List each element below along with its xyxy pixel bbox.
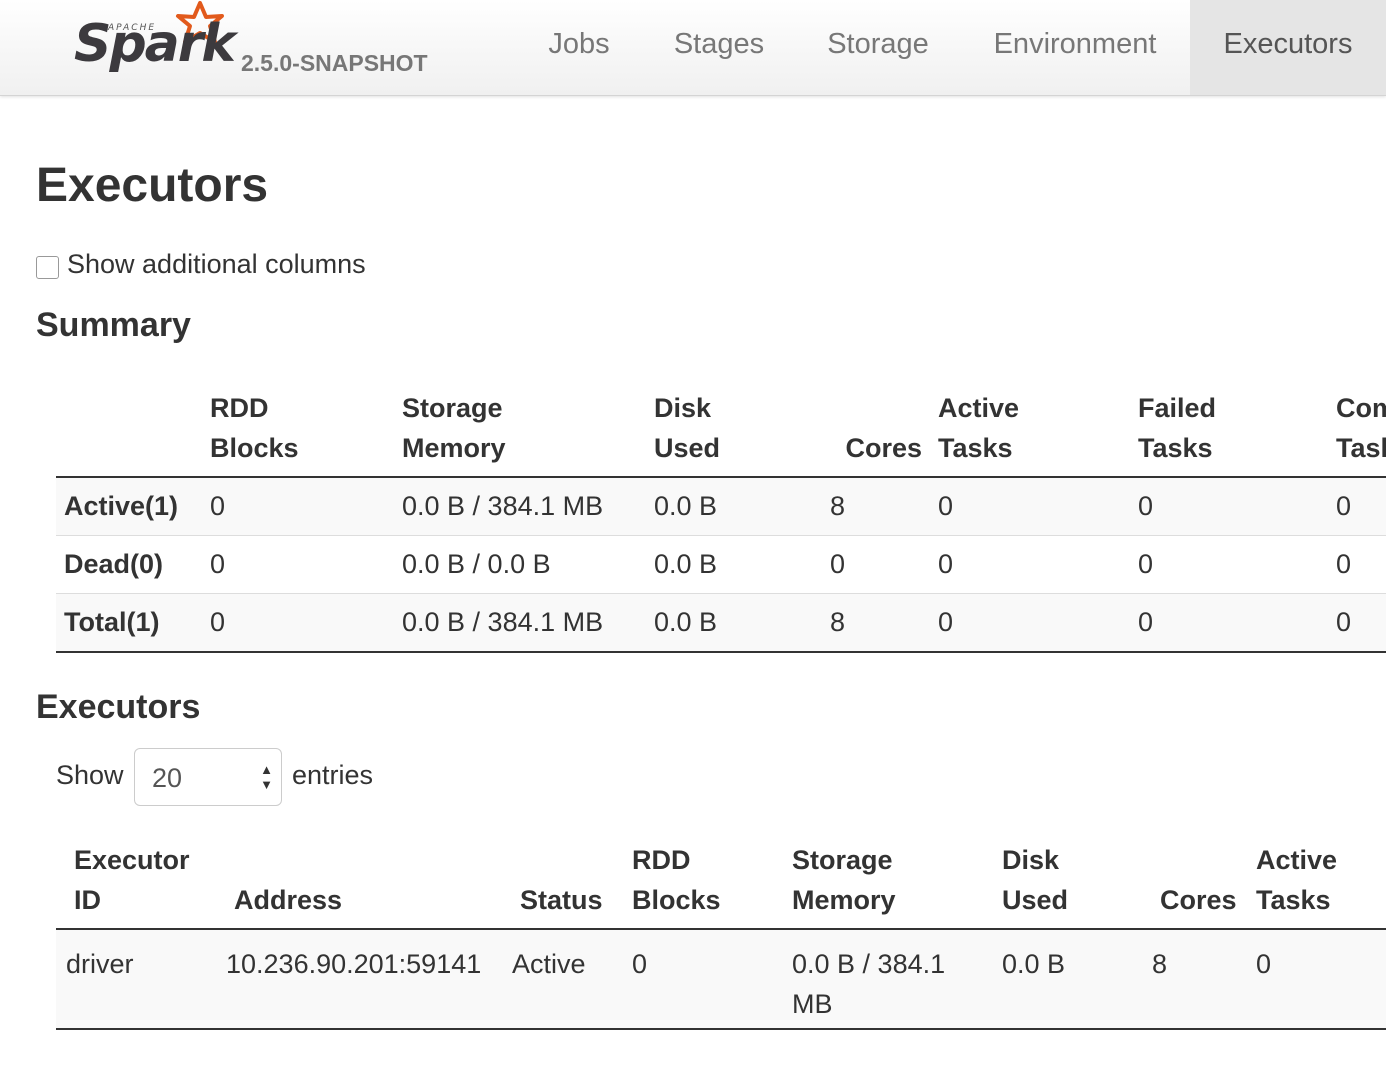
executors-heading: Executors [36, 688, 201, 726]
summary-cell: 0 [1130, 535, 1328, 594]
col-address[interactable]: Address [216, 840, 502, 930]
summary-row-dead: Dead(0) 0 0.0 B / 0.0 B 0.0 B 0 0 0 0 [56, 535, 1386, 594]
page-title: Executors [36, 159, 269, 212]
select-arrows-icon: ▲ ▼ [260, 762, 273, 792]
top-navbar: APACHE Spark 2.5.0-SNAPSHOT Jobs Stages … [0, 0, 1386, 96]
summary-row-active: Active(1) 0 0.0 B / 384.1 MB 0.0 B 8 0 0… [56, 477, 1386, 536]
rdd-blocks-cell: 0 [624, 929, 784, 1030]
active-tasks-cell: 0 [1248, 929, 1386, 1030]
summary-row-label: Total(1) [56, 593, 202, 653]
col-cores[interactable]: Cores [1132, 840, 1248, 930]
summary-cell: 0 [802, 535, 930, 594]
version-label: 2.5.0-SNAPSHOT [241, 50, 428, 76]
col-executor-id[interactable]: Executor ID [56, 840, 216, 930]
page-size-select[interactable]: 20 ▲ ▼ [134, 748, 282, 806]
executor-id-cell: driver [56, 929, 216, 1030]
executors-table: Executor ID Address Status RDD Blocks Stor… [56, 840, 1386, 1030]
summary-cell: 0 [1328, 593, 1386, 653]
executors-header-row: Executor ID Address Status RDD Blocks Stor… [56, 840, 1386, 930]
nav-tab-environment[interactable]: Environment [972, 0, 1178, 95]
summary-cell: 0 [202, 593, 394, 653]
col-storage-memory[interactable]: Storage Memory [784, 840, 994, 930]
summary-header-row: RDD Blocks Storage Memory Disk Used Cores A… [56, 388, 1386, 478]
additional-columns-toggle[interactable]: Show additional columns [36, 249, 366, 280]
summary-cell: 0.0 B / 384.1 MB [394, 477, 646, 536]
summary-cell: 0 [202, 535, 394, 594]
summary-table: RDD Blocks Storage Memory Disk Used Cores A… [56, 388, 1386, 653]
cores-cell: 8 [1132, 929, 1248, 1030]
summary-col-failed-tasks[interactable]: Failed Tasks [1130, 388, 1328, 478]
summary-row-label: Dead(0) [56, 535, 202, 594]
summary-row-total: Total(1) 0 0.0 B / 384.1 MB 0.0 B 8 0 0 … [56, 593, 1386, 653]
summary-col-label [56, 388, 202, 478]
page-size-value: 20 [152, 763, 183, 793]
col-rdd-blocks[interactable]: RDD Blocks [624, 840, 784, 930]
summary-col-rdd-blocks[interactable]: RDD Blocks [202, 388, 394, 478]
col-active-tasks[interactable]: Active Tasks [1248, 840, 1386, 930]
summary-heading: Summary [36, 306, 191, 344]
summary-cell: 0.0 B [646, 535, 802, 594]
show-label: Show [56, 760, 124, 790]
summary-cell: 8 [802, 477, 930, 536]
table-row: driver 10.236.90.201:59141 Active 0 0.0 … [56, 929, 1386, 1030]
nav-tab-storage[interactable]: Storage [808, 0, 948, 95]
status-cell: Active [502, 929, 624, 1030]
summary-cell: 0 [930, 593, 1130, 653]
summary-cell: 0 [1328, 477, 1386, 536]
col-status[interactable]: Status [502, 840, 624, 930]
summary-cell: 0 [1130, 477, 1328, 536]
summary-cell: 0 [202, 477, 394, 536]
spark-logo[interactable]: APACHE Spark 2.5.0-SNAPSHOT [74, 0, 454, 95]
summary-cell: 0.0 B / 0.0 B [394, 535, 646, 594]
storage-memory-cell: 0.0 B / 384.1 MB [784, 929, 994, 1030]
summary-col-disk-used[interactable]: Disk Used [646, 388, 802, 478]
summary-cell: 0 [930, 535, 1130, 594]
summary-col-active-tasks[interactable]: Active Tasks [930, 388, 1130, 478]
nav-tab-executors[interactable]: Executors [1190, 0, 1386, 95]
col-disk-used[interactable]: Disk Used [994, 840, 1132, 930]
address-cell: 10.236.90.201:59141 [216, 929, 502, 1030]
disk-used-cell: 0.0 B [994, 929, 1132, 1030]
summary-cell: 0.0 B [646, 593, 802, 653]
nav-tab-jobs[interactable]: Jobs [530, 0, 628, 95]
summary-cell: 0 [1130, 593, 1328, 653]
summary-cell: 0.0 B / 384.1 MB [394, 593, 646, 653]
additional-columns-label: Show additional columns [67, 249, 366, 279]
summary-col-complete-tasks[interactable]: CompleteTasks [1328, 388, 1386, 478]
summary-cell: 0 [930, 477, 1130, 536]
summary-row-label: Active(1) [56, 477, 202, 536]
summary-col-storage-memory[interactable]: Storage Memory [394, 388, 646, 478]
entries-label: entries [292, 760, 374, 790]
summary-cell: 0 [1328, 535, 1386, 594]
logo-spark-text: Spark [74, 14, 236, 74]
nav-tab-stages[interactable]: Stages [654, 0, 784, 95]
summary-cell: 0.0 B [646, 477, 802, 536]
summary-cell: 8 [802, 593, 930, 653]
summary-col-cores[interactable]: Cores [802, 388, 930, 478]
additional-columns-checkbox[interactable] [36, 256, 59, 280]
